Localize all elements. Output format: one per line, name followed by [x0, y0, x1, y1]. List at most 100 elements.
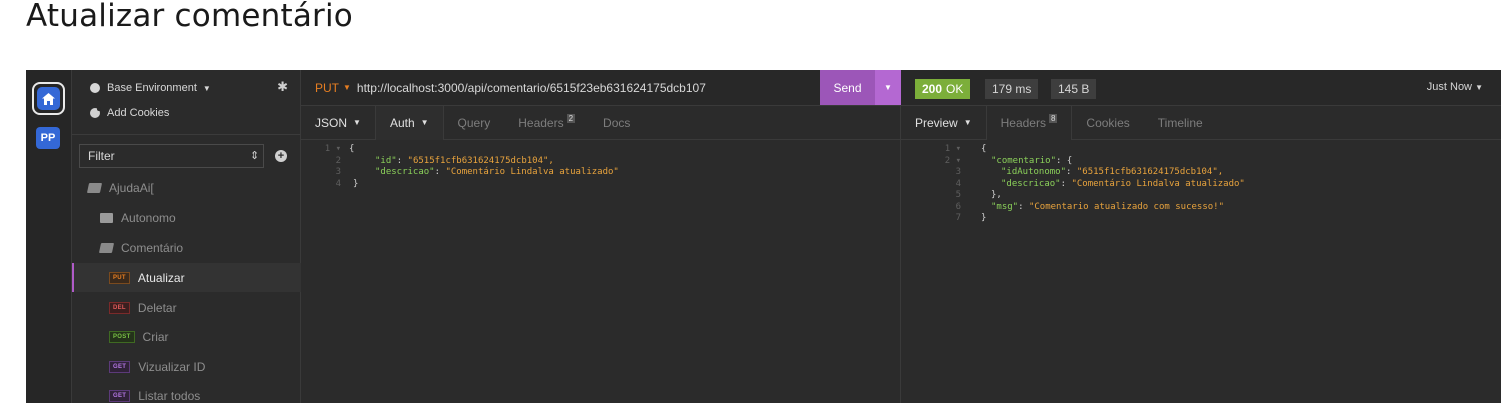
code-line: "id": "6515f1cfb631624175dcb104", — [375, 155, 554, 166]
tab-auth[interactable]: Auth ▼ — [374, 105, 444, 140]
home-button[interactable] — [32, 82, 65, 115]
code-line: "descricao": "Comentário Lindalva atuali… — [375, 167, 619, 177]
tab-label: Headers — [1000, 115, 1046, 130]
request-vizualizar-id[interactable]: GET Vizualizar ID — [72, 352, 301, 381]
chevron-down-icon: ▼ — [353, 118, 361, 127]
folder-ajudaai[interactable]: AjudaAi[ — [72, 173, 301, 202]
line-number: 2 ▾ — [944, 155, 961, 166]
url-input[interactable]: http://localhost:3000/api/comentario/651… — [357, 81, 706, 95]
chevron-down-icon: ▼ — [420, 118, 429, 127]
response-size: 145 B — [1051, 79, 1097, 99]
workspace-avatar[interactable]: PP — [36, 127, 60, 149]
chevron-down-icon: ▼ — [1475, 83, 1483, 92]
sort-icon[interactable]: ⇕ — [250, 149, 259, 162]
tab-label: Headers — [518, 115, 564, 130]
chevron-down-icon: ▼ — [202, 83, 211, 93]
line-number: 4 — [335, 178, 341, 189]
tab-preview[interactable]: Preview ▼ — [901, 106, 986, 140]
insomnia-window: PP Base Environment ▼ ✱ Add Cookies Filt… — [26, 70, 1501, 403]
add-icon[interactable]: + — [275, 150, 287, 162]
code-line: "comentario": { — [991, 155, 1073, 166]
response-pane: 200 OK 179 ms 145 B Just Now ▼ Preview ▼ … — [901, 70, 1501, 403]
line-number: 6 — [955, 201, 961, 212]
filter-input[interactable]: Filter ⇕ — [79, 144, 264, 168]
method-badge: POST — [109, 330, 135, 343]
tree-item-label: Criar — [142, 329, 169, 344]
tab-json[interactable]: JSON ▼ — [301, 106, 375, 140]
response-preview: 1 ▾ { 2 ▾ "comentario": { 3 "idAutonomo"… — [901, 144, 1501, 244]
tab-query[interactable]: Query — [444, 106, 505, 140]
tab-cookies[interactable]: Cookies — [1072, 106, 1143, 140]
response-time: 179 ms — [985, 79, 1039, 99]
line-number: 5 — [955, 190, 961, 200]
folder-open-icon — [98, 242, 115, 253]
request-pane: PUT ▼ http://localhost:3000/api/comentar… — [301, 70, 901, 403]
tree-item-label: Atualizar — [137, 270, 185, 285]
gear-icon[interactable]: ✱ — [277, 79, 288, 95]
method-badge: GET — [109, 389, 131, 402]
tab-label: JSON — [315, 115, 348, 130]
tree-item-label: Listar todos — [138, 388, 201, 403]
method-badge: PUT — [109, 271, 130, 284]
line-number: 1 ▾ — [944, 144, 961, 154]
request-atualizar[interactable]: PUT Atualizar — [72, 263, 301, 292]
environment-dot-icon — [90, 83, 100, 93]
headers-count-badge: 8 — [1048, 114, 1058, 123]
divider — [72, 134, 301, 135]
request-tabs: JSON ▼ Auth ▼ Query Headers 2 Docs — [301, 105, 901, 140]
method-badge: GET — [109, 360, 131, 373]
tab-headers[interactable]: Headers 8 — [985, 105, 1073, 140]
cookie-icon — [90, 107, 101, 118]
chevron-down-icon[interactable]: ▼ — [343, 83, 351, 92]
folder-autonomo[interactable]: Autonomo — [72, 203, 301, 232]
response-status-bar: 200 OK 179 ms 145 B Just Now ▼ — [901, 70, 1501, 106]
tab-timeline[interactable]: Timeline — [1144, 106, 1217, 140]
line-number: 1 ▾ — [324, 144, 341, 154]
method-selector[interactable]: PUT — [315, 81, 339, 95]
folder-icon — [100, 212, 113, 223]
workspace-rail: PP — [26, 70, 72, 403]
tab-label: Auth — [389, 115, 415, 130]
code-line: } — [981, 213, 987, 223]
request-body-editor[interactable]: 1 ▾ { 2 "id": "6515f1cfb631624175dcb104"… — [301, 144, 901, 224]
tab-headers[interactable]: Headers 2 — [504, 106, 589, 140]
send-options-chevron-icon[interactable]: ▼ — [875, 70, 901, 105]
send-button[interactable]: Send — [820, 70, 875, 105]
headers-count-badge: 2 — [566, 114, 576, 123]
add-cookies-button[interactable]: Add Cookies — [90, 107, 169, 119]
code-line: } — [353, 178, 359, 189]
document-title: Atualizar comentário — [26, 0, 353, 34]
folder-comentario[interactable]: Comentário — [72, 233, 301, 262]
method-badge: DEL — [109, 301, 130, 314]
tab-docs[interactable]: Docs — [589, 106, 644, 140]
history-dropdown[interactable]: Just Now ▼ — [1427, 81, 1483, 93]
request-criar[interactable]: POST Criar — [72, 322, 301, 351]
environment-selector[interactable]: Base Environment ▼ — [90, 80, 290, 96]
line-number: 4 — [955, 178, 961, 189]
tree-item-label: AjudaAi[ — [109, 180, 154, 195]
filter-placeholder: Filter — [88, 149, 115, 163]
tab-label: Preview — [915, 115, 958, 130]
code-line: { — [981, 144, 987, 154]
code-line: "descricao": "Comentário Lindalva atuali… — [1001, 178, 1245, 189]
chevron-down-icon: ▼ — [963, 118, 972, 127]
line-number: 3 — [955, 167, 961, 177]
code-line: }, — [991, 190, 1002, 200]
environment-label: Base Environment — [107, 82, 197, 94]
add-cookies-label: Add Cookies — [107, 107, 170, 119]
response-tabs: Preview ▼ Headers 8 Cookies Timeline — [901, 105, 1501, 140]
request-listar-todos[interactable]: GET Listar todos — [72, 381, 301, 403]
code-line: "msg": "Comentario atualizado com sucess… — [991, 201, 1225, 212]
line-number: 7 — [955, 213, 961, 223]
home-icon — [37, 87, 60, 110]
tree-item-label: Comentário — [121, 240, 184, 255]
line-number: 3 — [335, 167, 341, 177]
status-badge: 200 OK — [915, 79, 971, 99]
tree-item-label: Autonomo — [121, 210, 176, 225]
sidebar: Base Environment ▼ ✱ Add Cookies Filter … — [72, 70, 301, 403]
request-deletar[interactable]: DEL Deletar — [72, 293, 301, 322]
url-bar: PUT ▼ http://localhost:3000/api/comentar… — [301, 70, 901, 106]
tree-item-label: Deletar — [137, 300, 177, 315]
folder-open-icon — [86, 182, 103, 193]
code-line: "idAutonomo": "6515f1cfb631624175dcb104"… — [1001, 167, 1224, 177]
